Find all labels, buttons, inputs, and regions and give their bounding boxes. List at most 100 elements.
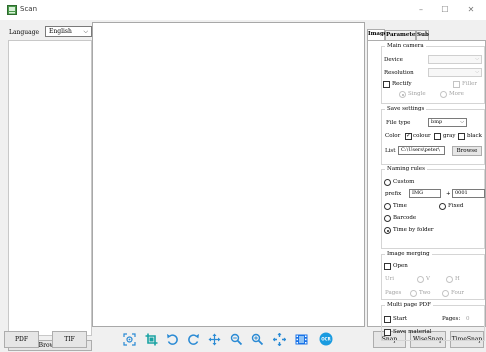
crop-icon[interactable] (145, 333, 158, 346)
more-radio[interactable] (440, 91, 447, 98)
gray-label: gray (443, 133, 456, 139)
tab-image[interactable]: Image (367, 29, 387, 40)
v-radio[interactable] (417, 276, 424, 283)
file-type-label: File type (386, 120, 411, 126)
close-button[interactable]: ✕ (464, 5, 478, 15)
time-by-folder-label: Time by folder (393, 227, 434, 233)
open-label: Open (393, 263, 408, 269)
move-icon[interactable] (208, 333, 221, 346)
file-type-select[interactable]: bmp ⌵ (428, 118, 467, 127)
gray-checkbox[interactable] (434, 133, 441, 140)
save-path-field[interactable]: C:\Users\peter\ (398, 146, 445, 155)
main-camera-title: Main camera (385, 43, 426, 49)
multi-page-pdf-title: Multi page PDF (385, 302, 433, 308)
pages-label: Pages (385, 290, 402, 296)
preview-area[interactable] (92, 22, 365, 327)
ocr-icon[interactable]: OCR (318, 332, 334, 346)
number-value: 0001 (455, 190, 468, 196)
naming-rules-title: Naming rules (385, 166, 427, 172)
chevron-down-icon: ⌵ (460, 119, 464, 125)
h-radio[interactable] (446, 276, 453, 283)
h-label: H (455, 276, 460, 282)
plus-label: + (446, 191, 451, 197)
zoom-out-icon[interactable] (230, 333, 243, 346)
multi-page-pdf-group: Multi page PDF (381, 302, 485, 341)
save-material-checkbox[interactable] (384, 329, 391, 336)
start-checkbox[interactable] (384, 316, 391, 323)
device-select[interactable]: ⌵ (428, 55, 482, 64)
rectify-checkbox[interactable] (383, 81, 390, 88)
device-label: Device (384, 57, 403, 63)
open-checkbox[interactable] (384, 263, 391, 270)
save-settings-title: Save settings (385, 106, 427, 112)
image-tab-content: Main camera Device ⌵ Resolution ⌵ Rectif… (367, 40, 486, 341)
four-radio[interactable] (442, 290, 449, 297)
start-label: Start (393, 316, 408, 322)
image-merging-title: Image merging (385, 251, 432, 257)
pdf-button[interactable]: PDF (4, 331, 39, 348)
time-radio[interactable] (384, 203, 391, 210)
list-label: List (385, 148, 396, 154)
maximize-button[interactable]: ☐ (438, 5, 452, 15)
fit-window-icon[interactable] (273, 333, 286, 346)
pages-count-label: Pages: (442, 316, 461, 322)
prefix-value: IMG (412, 190, 424, 196)
pages-count-value: 0 (466, 316, 470, 322)
chevron-down-icon: ⌵ (475, 69, 479, 75)
more-label: More (449, 91, 464, 97)
prefix-label: prefix (385, 191, 402, 197)
app-scan-icon (7, 5, 17, 15)
resolution-select[interactable]: ⌵ (428, 68, 482, 77)
fixed-label: Fixed (448, 203, 464, 209)
time-by-folder-radio[interactable] (384, 227, 391, 234)
thumbnail-list[interactable] (8, 40, 92, 336)
settings-panel: Image Parameter Sub Main camera Device ⌵… (367, 22, 486, 341)
rotate-right-icon[interactable] (187, 333, 200, 346)
tab-sub[interactable]: Sub (416, 30, 429, 40)
window-title: Scan (20, 5, 38, 13)
barcode-label: Barcode (393, 215, 417, 221)
number-input[interactable]: 0001 (452, 189, 485, 198)
chevron-down-icon: ⌵ (475, 56, 479, 62)
tif-button[interactable]: TIF (52, 331, 87, 348)
chevron-down-icon: ⌵ (83, 28, 88, 35)
film-icon[interactable] (295, 333, 308, 346)
language-label: Language (9, 29, 40, 36)
single-radio[interactable] (399, 91, 406, 98)
save-path-value: C:\Users\peter\ (401, 147, 440, 153)
language-value: English (49, 28, 72, 35)
filler-label: Filler (462, 81, 477, 87)
custom-radio[interactable] (384, 179, 391, 186)
barcode-radio[interactable] (384, 215, 391, 222)
v-label: V (426, 276, 430, 282)
browse-path-button[interactable]: Browse (452, 146, 482, 156)
svg-text:OCR: OCR (321, 337, 330, 342)
language-select[interactable]: English ⌵ (45, 26, 92, 37)
black-label: black (467, 133, 482, 139)
black-checkbox[interactable] (458, 133, 465, 140)
uri-label: Uri (385, 276, 395, 282)
rectify-label: Rectify (392, 81, 412, 87)
file-type-value: bmp (431, 119, 443, 125)
rotate-left-icon[interactable] (166, 333, 179, 346)
left-panel: Language English ⌵ Browse (4, 22, 92, 351)
filler-checkbox[interactable] (453, 81, 460, 88)
time-label: Time (393, 203, 407, 209)
fixed-radio[interactable] (439, 203, 446, 210)
save-material-label: Save material (393, 329, 432, 335)
minimize-button[interactable]: – (414, 5, 428, 15)
resolution-label: Resolution (384, 70, 414, 76)
zoom-in-icon[interactable] (251, 333, 264, 346)
title-bar: Scan – ☐ ✕ (0, 0, 486, 20)
settings-tabs: Image Parameter Sub (367, 29, 486, 40)
capture-target-icon[interactable] (123, 333, 136, 346)
colour-label: colour (413, 133, 431, 139)
colour-checkbox[interactable] (405, 132, 412, 140)
single-label: Single (408, 91, 426, 97)
two-radio[interactable] (410, 290, 417, 297)
color-label: Color (385, 133, 401, 139)
four-label: Four (451, 290, 464, 296)
prefix-input[interactable]: IMG (409, 189, 441, 198)
two-label: Two (419, 290, 431, 296)
tab-parameter[interactable]: Parameter (385, 30, 418, 40)
